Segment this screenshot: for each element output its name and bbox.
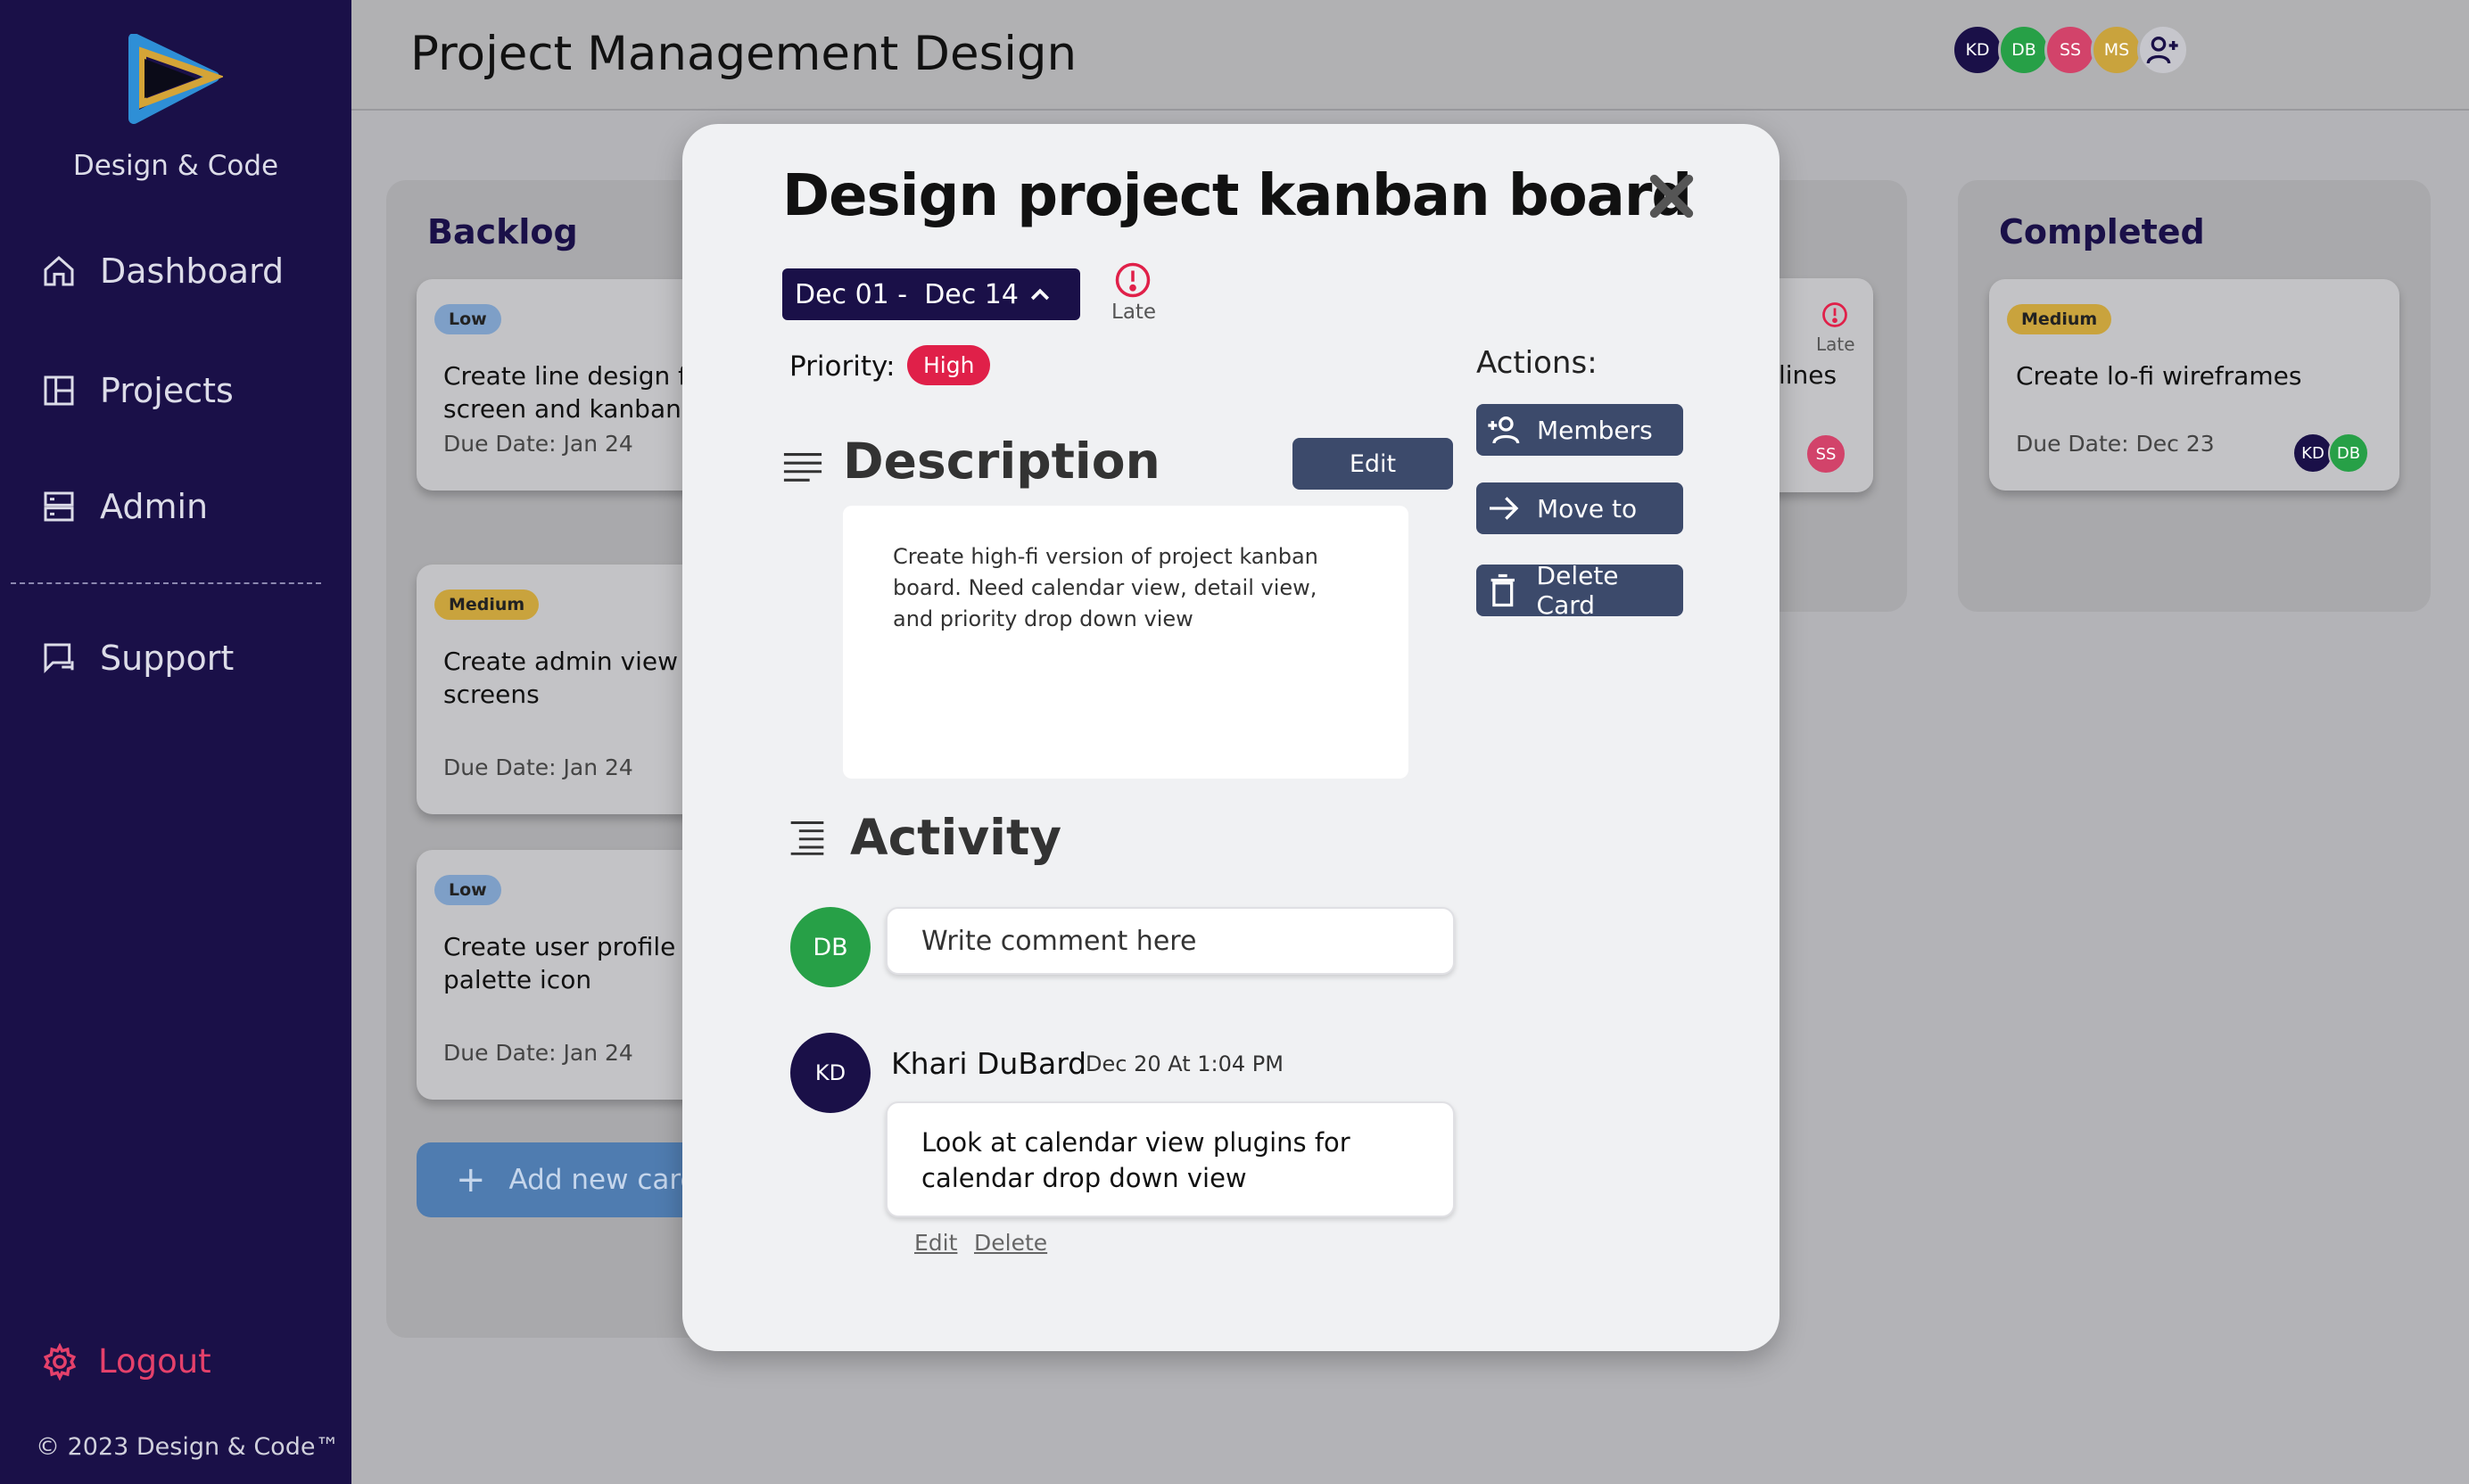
nav-support-label: Support xyxy=(100,639,235,678)
delete-card-label: Delete Card xyxy=(1536,561,1619,620)
nav-admin-label: Admin xyxy=(100,487,209,526)
avatar: DB xyxy=(2328,433,2369,474)
page-title: Project Management Design xyxy=(410,27,1078,81)
sidebar-divider xyxy=(11,582,321,584)
add-card-label: Add new card xyxy=(508,1164,698,1196)
move-to-label: Move to xyxy=(1537,493,1638,524)
task-card[interactable]: Medium Create lo-fi wireframes Due Date:… xyxy=(1989,279,2399,491)
support-chat-icon xyxy=(44,643,74,673)
close-icon[interactable] xyxy=(1646,170,1697,222)
column-title: Completed xyxy=(1999,212,2205,251)
date-range-dropdown[interactable]: Dec 01 - Dec 14 xyxy=(782,268,1080,320)
nav-projects[interactable]: Projects xyxy=(41,371,234,410)
delete-card-button[interactable]: Delete Card xyxy=(1476,561,1683,620)
priority-badge: Low xyxy=(434,875,501,905)
priority-badge: Medium xyxy=(434,589,540,620)
add-member-icon xyxy=(1488,416,1520,444)
priority-label: Priority: xyxy=(789,350,896,383)
nav-projects-label: Projects xyxy=(100,371,234,410)
column-title: Backlog xyxy=(427,212,578,251)
brand-logo-icon xyxy=(128,34,223,124)
logout-button[interactable]: Logout xyxy=(41,1342,211,1381)
home-icon xyxy=(44,255,74,286)
card-due-date: Due Date: Jan 24 xyxy=(443,431,633,457)
top-header: Project Management Design KD DB SS MS xyxy=(351,0,2469,111)
chevron-up-icon xyxy=(1030,288,1050,301)
edit-description-button[interactable]: Edit xyxy=(1292,438,1453,490)
card-detail-modal: Design project kanban board Dec 01 - Dec… xyxy=(682,124,1779,1351)
nav-admin[interactable]: Admin xyxy=(41,487,208,526)
members-label: Members xyxy=(1537,415,1653,445)
comment-timestamp: Dec 20 At 1:04 PM xyxy=(1086,1051,1284,1076)
avatar[interactable]: KD xyxy=(1952,24,2003,76)
late-label: Late xyxy=(1816,334,1855,355)
server-icon xyxy=(44,491,74,522)
nav-support[interactable]: Support xyxy=(41,639,234,678)
description-heading: Description xyxy=(843,433,1160,490)
late-label: Late xyxy=(1111,301,1157,324)
trash-icon xyxy=(1490,573,1515,607)
card-due-date: Due Date: Jan 24 xyxy=(443,1040,633,1066)
avatar[interactable]: DB xyxy=(1998,24,2050,76)
date-range-label: Dec 01 - Dec 14 xyxy=(795,278,1019,310)
member-avatars: KD DB SS MS xyxy=(1952,24,2189,76)
card-title: Create lo-fi wireframes xyxy=(2016,361,2302,391)
edit-comment-link[interactable]: Edit xyxy=(914,1230,957,1256)
nav-dashboard-label: Dashboard xyxy=(100,251,285,291)
move-to-button[interactable]: Move to xyxy=(1476,482,1683,534)
current-user-avatar: DB xyxy=(790,907,871,987)
description-text[interactable]: Create high-fi version of project kanban… xyxy=(843,506,1408,779)
sidebar: Design & Code Dashboard Projects Admin S… xyxy=(0,0,351,1484)
brand-name: Design & Code xyxy=(72,150,279,182)
card-title: Create user profile co palette icon xyxy=(443,932,713,994)
card-due-date: Due Date: Dec 23 xyxy=(2016,431,2215,457)
layout-icon xyxy=(44,375,74,406)
card-title: Create admin view for screens xyxy=(443,647,721,709)
modal-title: Design project kanban board xyxy=(782,163,1692,229)
avatar: SS xyxy=(1805,433,1846,474)
card-title: Create line design for screen and kanban … xyxy=(443,361,721,424)
alert-icon xyxy=(1822,302,1847,327)
avatar: KD xyxy=(790,1033,871,1113)
priority-badge: Medium xyxy=(2007,304,2112,334)
comment-input[interactable] xyxy=(886,907,1455,975)
arrow-right-icon xyxy=(1490,497,1519,520)
nav-dashboard[interactable]: Dashboard xyxy=(41,251,284,291)
activity-heading: Activity xyxy=(850,809,1062,866)
actions-heading: Actions: xyxy=(1476,345,1598,381)
add-user-icon xyxy=(2146,37,2178,64)
card-due-date: Due Date: Jan 24 xyxy=(443,754,633,780)
priority-badge: Low xyxy=(434,304,501,334)
add-member-button[interactable] xyxy=(2137,24,2189,76)
comment-text: Look at calendar view plugins for calend… xyxy=(886,1101,1455,1217)
alert-icon xyxy=(1115,262,1151,298)
card-title: lines xyxy=(1779,360,1837,390)
priority-high-badge[interactable]: High xyxy=(907,345,991,385)
activity-list-icon xyxy=(790,821,824,855)
logout-label: Logout xyxy=(98,1342,211,1381)
copyright-text: © 2023 Design & Code™ xyxy=(36,1433,340,1461)
avatar[interactable]: MS xyxy=(2091,24,2143,76)
avatar[interactable]: SS xyxy=(2044,24,2096,76)
plus-icon: + xyxy=(456,1159,486,1200)
gear-icon xyxy=(43,1342,77,1381)
comment-author: Khari DuBard xyxy=(891,1046,1087,1081)
delete-comment-link[interactable]: Delete xyxy=(974,1230,1047,1256)
text-lines-icon xyxy=(783,453,822,482)
members-button[interactable]: Members xyxy=(1476,404,1683,456)
